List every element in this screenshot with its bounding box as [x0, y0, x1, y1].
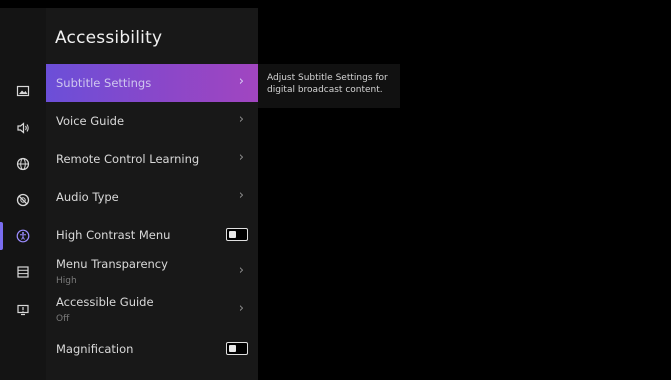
tv-settings-screen: Accessibility Subtitle Settings › Voice …: [0, 0, 671, 380]
page-title: Accessibility: [55, 28, 163, 48]
menu-item-value: High: [56, 276, 77, 286]
menu-item-label: Menu Transparency: [56, 257, 168, 271]
chevron-right-icon: ›: [238, 112, 244, 127]
menu-item-label: Audio Type: [56, 190, 119, 204]
sound-icon[interactable]: [0, 110, 46, 146]
blocked-icon[interactable]: [0, 182, 46, 218]
menu-item-value: Off: [56, 314, 70, 324]
chevron-right-icon: ›: [238, 301, 244, 316]
menu-item-audio-type[interactable]: Audio Type ›: [46, 179, 258, 215]
chevron-right-icon: ›: [238, 263, 244, 278]
menu-item-magnification[interactable]: Magnification: [46, 331, 258, 367]
menu-item-label: Remote Control Learning: [56, 152, 200, 166]
picture-icon[interactable]: [0, 73, 46, 109]
magnification-toggle[interactable]: [226, 342, 248, 355]
item-description: Adjust Subtitle Settings for digital bro…: [267, 73, 388, 95]
menu-item-remote-control-learning[interactable]: Remote Control Learning ›: [46, 141, 258, 177]
menu-item-accessible-guide[interactable]: Accessible Guide Off ›: [46, 292, 258, 328]
menu-item-label: Accessible Guide: [56, 295, 154, 309]
menu-item-subtitle-settings[interactable]: Subtitle Settings ›: [46, 64, 258, 102]
globe-icon[interactable]: [0, 146, 46, 182]
menu-item-menu-transparency[interactable]: Menu Transparency High ›: [46, 254, 258, 290]
high-contrast-toggle[interactable]: [226, 228, 248, 241]
list-icon[interactable]: [0, 254, 46, 290]
menu-item-label: Voice Guide: [56, 114, 125, 128]
menu-item-label: High Contrast Menu: [56, 228, 171, 242]
support-icon[interactable]: [0, 292, 46, 328]
chevron-right-icon: ›: [238, 188, 244, 203]
chevron-right-icon: ›: [238, 74, 244, 89]
menu-item-high-contrast-menu[interactable]: High Contrast Menu: [46, 217, 258, 253]
accessibility-icon[interactable]: [0, 218, 46, 254]
menu-item-voice-guide[interactable]: Voice Guide ›: [46, 103, 258, 139]
menu-item-label: Magnification: [56, 342, 134, 356]
chevron-right-icon: ›: [238, 150, 244, 165]
menu-item-label: Subtitle Settings: [56, 76, 152, 90]
